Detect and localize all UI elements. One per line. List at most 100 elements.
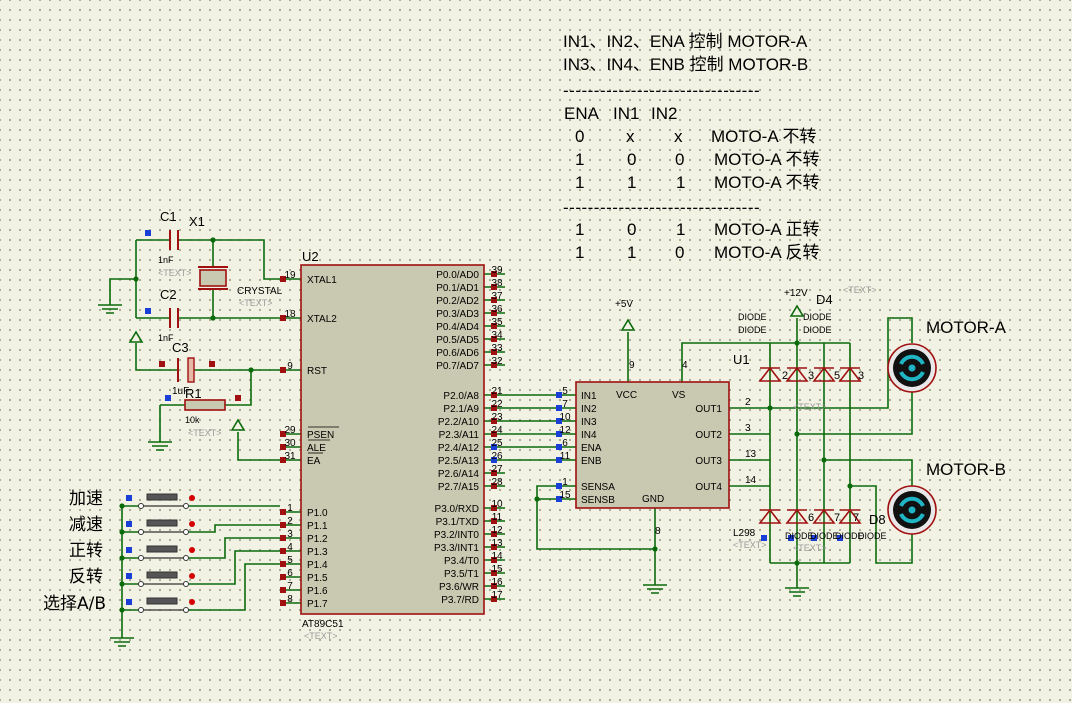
- table-row-1-in1: x: [626, 127, 635, 146]
- c3-capacitor-icon: [187, 357, 195, 383]
- diode-d8-ref: D8: [869, 512, 886, 527]
- mcu-pin-name: P0.4/AD4: [436, 322, 479, 333]
- junction-dot: [248, 367, 254, 373]
- button-signal-wire: [186, 550, 280, 585]
- table-row-4-state: MOTO-A 正转: [714, 220, 820, 239]
- button-led: [189, 521, 195, 527]
- mcu-pin-name: P0.7/AD7: [436, 361, 479, 372]
- button-terminal: [183, 607, 189, 613]
- mcu-pin-name: XTAL2: [307, 314, 337, 325]
- button-label-select-ab: 选择A/B: [43, 594, 107, 614]
- button-led: [189, 547, 195, 553]
- button-cap-icon: [146, 545, 178, 553]
- mcu-pin-number: 25: [491, 438, 503, 449]
- pin-marker: [280, 600, 286, 606]
- driver-vs-pin: 4: [682, 360, 688, 371]
- pin-marker: [556, 444, 562, 450]
- driver-pin-number: 6: [562, 438, 568, 449]
- mcu-pin-number: 22: [491, 399, 503, 410]
- pin-marker: [280, 561, 286, 567]
- driver-pin-name: SENSB: [581, 495, 615, 506]
- mcu-pin-number: 26: [491, 451, 503, 462]
- pin-marker: [280, 367, 286, 373]
- c1-text-placeholder: <TEXT>: [158, 268, 192, 278]
- table-header-ena: ENA: [564, 104, 599, 123]
- component-labels: U2AT89C51<TEXT>XTAL119XTAL218RST9PSEN29A…: [158, 209, 887, 641]
- mcu-pin-number: 28: [491, 477, 503, 488]
- mcu-pin-number: 19: [284, 270, 296, 281]
- diode-d4-ref: D4: [816, 292, 833, 307]
- driver-pin-name: OUT2: [695, 430, 722, 441]
- mcu-pin-number: 24: [491, 425, 503, 436]
- mcu-pin-name: P2.5/A13: [438, 456, 480, 467]
- r1-value: 10k: [185, 415, 200, 425]
- mcu-pin-number: 6: [287, 568, 293, 579]
- table-header-in1: IN1: [613, 104, 640, 123]
- driver-vcc-pin: 9: [629, 360, 635, 371]
- button-terminal: [138, 529, 144, 535]
- mcu-text-placeholder: <TEXT>: [304, 631, 338, 641]
- driver-pin-number: 15: [559, 490, 571, 501]
- mcu-pin-number: 37: [491, 291, 503, 302]
- mcu-pin-number: 31: [284, 451, 296, 462]
- pin-marker: [280, 548, 286, 554]
- c1-capacitor-icon: [169, 230, 179, 250]
- mcu-pin-name: P3.3/INT1: [434, 543, 479, 554]
- mcu-pin-name: P1.7: [307, 599, 328, 610]
- note-line-2: IN3、IN4、ENB 控制 MOTOR-B: [563, 55, 809, 74]
- button-cap-icon: [146, 597, 178, 605]
- mcu-pin-number: 13: [491, 538, 503, 549]
- button-terminal: [183, 581, 189, 587]
- table-row-5-state: MOTO-A 反转: [714, 243, 820, 262]
- button-terminal: [183, 503, 189, 509]
- driver-pin-number: 13: [745, 449, 757, 460]
- mcu-pin-number: 14: [491, 551, 503, 562]
- table-row-2-state: MOTO-A 不转: [714, 150, 820, 169]
- diode-value-label: DIODE: [803, 325, 832, 335]
- table-row-3-in1: 1: [627, 173, 637, 192]
- button-signal-wire: [186, 563, 280, 611]
- table-row-4-ena: 1: [575, 220, 585, 239]
- table-row-4-in2: 1: [676, 220, 686, 239]
- mcu-pin-number: 5: [287, 555, 293, 566]
- mcu-pin-number: 18: [284, 309, 296, 320]
- mcu-pin-name: EA: [307, 456, 321, 467]
- table-row-3-ena: 1: [575, 173, 585, 192]
- diode-value-label: DIODE: [803, 312, 832, 322]
- button-signal-wire: [186, 524, 280, 533]
- power-arrow-icon: [789, 304, 805, 317]
- button-terminal: [183, 529, 189, 535]
- mcu-pin-name: ALE: [307, 443, 326, 454]
- mcu-pin-number: 8: [287, 594, 293, 605]
- pin-marker: [126, 573, 132, 579]
- button-led: [189, 573, 195, 579]
- button-led: [189, 495, 195, 501]
- pin-marker: [235, 395, 241, 401]
- mcu-pin-name: PSEN: [307, 430, 334, 441]
- r1-resistor-icon: [184, 399, 226, 411]
- button-terminal: [138, 581, 144, 587]
- motor-b-shaft: [908, 506, 916, 514]
- x1-value: CRYSTAL: [237, 286, 283, 297]
- driver-pin-number: 1: [562, 477, 568, 488]
- driver-pin-number: 3: [745, 423, 751, 434]
- driver-pin-name: IN2: [581, 404, 597, 415]
- table-row-3-state: MOTO-A 不转: [714, 173, 820, 192]
- mcu-pin-name: P0.6/AD6: [436, 348, 479, 359]
- mcu-pin-name: P0.1/AD1: [436, 283, 479, 294]
- motor-a-shaft: [908, 364, 916, 372]
- diode-text-placeholder: <TEXT>: [793, 402, 827, 412]
- driver-pin-name: IN1: [581, 391, 597, 402]
- button-led: [189, 599, 195, 605]
- diode-number: 6: [808, 512, 814, 524]
- driver-pin-number: 12: [559, 425, 571, 436]
- table-row-5-in1: 1: [627, 243, 637, 262]
- driver-pin-name: ENB: [581, 456, 602, 467]
- mcu-pin-number: 33: [491, 343, 503, 354]
- button-cap-icon: [146, 571, 178, 579]
- ground-icon: [643, 584, 667, 594]
- pin-marker: [556, 392, 562, 398]
- mcu-pin-number: 16: [491, 577, 503, 588]
- junction-dot: [210, 237, 216, 243]
- button-terminal: [138, 607, 144, 613]
